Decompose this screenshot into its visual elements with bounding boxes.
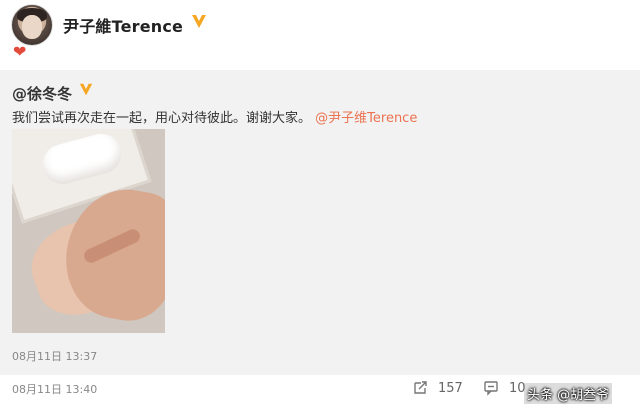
verified-v-icon bbox=[79, 83, 93, 96]
avatar-face bbox=[22, 15, 42, 39]
avatar[interactable] bbox=[11, 4, 53, 46]
share-icon bbox=[414, 381, 427, 394]
post-timestamp[interactable]: 08月11日 13:40 bbox=[12, 381, 97, 397]
watermark: 头条 @胡叁爷 bbox=[524, 383, 613, 404]
repost-text-main: 我们尝试再次走在一起，用心对待彼此。谢谢大家。 bbox=[12, 111, 312, 126]
comment-button[interactable]: 10 bbox=[483, 380, 526, 396]
repost-count: 157 bbox=[438, 380, 463, 396]
original-author[interactable]: @徐冬冬 bbox=[12, 83, 72, 104]
original-timestamp[interactable]: 08月11日 13:37 bbox=[12, 348, 97, 364]
mention-link[interactable]: @尹子维Terence bbox=[315, 111, 417, 126]
verified-v-icon bbox=[192, 15, 206, 28]
repost-button[interactable]: 157 bbox=[412, 380, 463, 396]
heart-emoji: ❤ bbox=[13, 42, 27, 61]
comment-icon bbox=[484, 381, 498, 396]
repost-text: 我们尝试再次走在一起，用心对待彼此。谢谢大家。 @尹子维Terence bbox=[12, 107, 417, 126]
author-name[interactable]: 尹子維Terence bbox=[63, 13, 183, 37]
post-photo[interactable] bbox=[12, 129, 165, 333]
